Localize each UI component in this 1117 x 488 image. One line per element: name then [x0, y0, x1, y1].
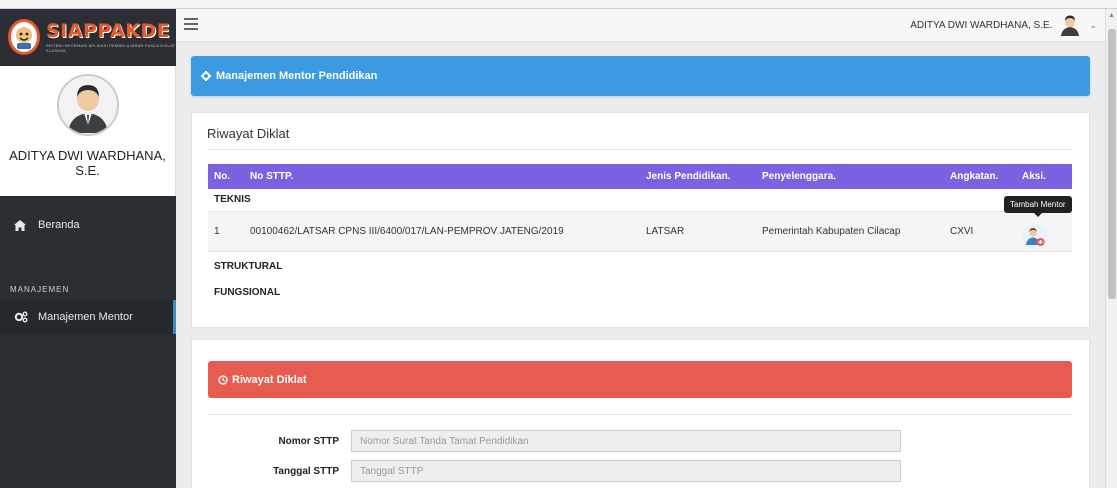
table-group-row: STRUKTURAL [208, 250, 1072, 281]
scroll-up-arrow-icon[interactable]: ▲ [1108, 12, 1115, 19]
sidebar-section-label: MANAJEMEN [10, 285, 70, 294]
sidebar-item-beranda[interactable]: Beranda [0, 208, 176, 242]
hamburger-icon[interactable] [184, 18, 198, 30]
page-scrollbar[interactable]: ▲ [1105, 9, 1117, 488]
column-header: Penyelenggara. [756, 164, 944, 189]
add-mentor-button[interactable] [1022, 223, 1048, 250]
cell-angkatan: CXVI [944, 210, 1016, 251]
page-title: Manajemen Mentor Pendidikan [216, 70, 378, 82]
column-header: Angkatan. [944, 164, 1016, 189]
alert-title: Riwayat Diklat [232, 373, 307, 386]
riwayat-diklat-card: Riwayat Diklat No. No STTP. Jenis Pendid… [191, 112, 1090, 328]
group-label: STRUKTURAL [208, 250, 1072, 281]
cell-jenis: LATSAR [640, 210, 756, 251]
nomor-sttp-label: Nomor STTP [278, 435, 339, 447]
add-user-icon [1026, 227, 1045, 246]
scroll-thumb[interactable] [1108, 29, 1116, 299]
form-row-nomor-sttp: Nomor STTP [208, 430, 901, 452]
avatar [56, 74, 119, 136]
column-header: No. [208, 164, 244, 189]
brand-subtitle: SISTEM INFORMASI APLIKASI PEMBELAJARAN P… [46, 43, 176, 53]
clock-icon [218, 374, 228, 385]
user-profile-panel: ADITYA DWI WARDHANA, S.E. [0, 66, 176, 196]
table-header-row: No. No STTP. Jenis Pendidikan. Penyeleng… [208, 164, 1072, 189]
form-row-tanggal-sttp: Tanggal STTP [208, 460, 901, 482]
main-content: Manajemen Mentor Pendidikan Riwayat Dikl… [176, 42, 1105, 488]
tanggal-sttp-input[interactable] [351, 460, 901, 482]
tanggal-sttp-label: Tanggal STTP [273, 465, 339, 477]
form-alert-header: Riwayat Diklat [208, 361, 1072, 398]
riwayat-diklat-form-card: Riwayat Diklat Nomor STTP Tanggal STTP [191, 339, 1090, 488]
brand-name: SIAPPAKDE [46, 20, 171, 42]
cell-no: 1 [208, 210, 244, 251]
tooltip: Tambah Mentor [1004, 196, 1072, 217]
gear-icon [201, 71, 211, 81]
sidebar-item-manajemen-mentor[interactable]: Manajemen Mentor [0, 300, 176, 334]
mascot-logo-icon [8, 19, 40, 55]
card-title: Riwayat Diklat [207, 126, 290, 141]
browser-top-strip [0, 0, 1117, 9]
divider [207, 149, 1073, 150]
cell-no-sttp: 00100462/LATSAR CPNS III/6400/017/LAN-PE… [244, 210, 640, 251]
sidebar-nav: Beranda MANAJEMEN Manajemen Mentor [0, 208, 176, 334]
group-label: FUNGSIONAL [214, 286, 281, 298]
group-label: TEKNIS [214, 194, 251, 206]
user-avatar-icon [67, 85, 108, 133]
chevron-down-icon: ⌄ [1089, 19, 1097, 30]
brand[interactable]: SIAPPAKDE SISTEM INFORMASI APLIKASI PEMB… [0, 9, 176, 66]
nomor-sttp-input[interactable] [351, 430, 901, 452]
table-group-row: TEKNIS [208, 189, 1072, 211]
sidebar-item-label: Beranda [38, 219, 80, 231]
column-header: Aksi. [1016, 164, 1072, 189]
column-header: No STTP. [244, 164, 640, 189]
sidebar: SIAPPAKDE SISTEM INFORMASI APLIKASI PEMB… [0, 9, 176, 488]
gears-icon [14, 311, 32, 323]
riwayat-diklat-table: No. No STTP. Jenis Pendidikan. Penyeleng… [208, 164, 1072, 303]
user-avatar-icon [1058, 14, 1082, 36]
divider [208, 414, 1072, 415]
user-menu[interactable]: ADITYA DWI WARDHANA, S.E. ⌄ [910, 14, 1097, 36]
top-navbar: ADITYA DWI WARDHANA, S.E. ⌄ [176, 9, 1105, 42]
cell-aksi [1016, 210, 1072, 251]
page-title-bar: Manajemen Mentor Pendidikan [191, 56, 1090, 96]
user-menu-name: ADITYA DWI WARDHANA, S.E. [910, 19, 1053, 31]
home-icon [14, 219, 32, 231]
profile-name: ADITYA DWI WARDHANA, S.E. [9, 148, 166, 178]
cell-penyelenggara: Pemerintah Kabupaten Cilacap [756, 210, 944, 251]
table-row: 1 00100462/LATSAR CPNS III/6400/017/LAN-… [208, 210, 1072, 251]
sidebar-item-label: Manajemen Mentor [38, 311, 133, 323]
column-header: Jenis Pendidikan. [640, 164, 756, 189]
table-group-row: FUNGSIONAL [208, 281, 1072, 303]
